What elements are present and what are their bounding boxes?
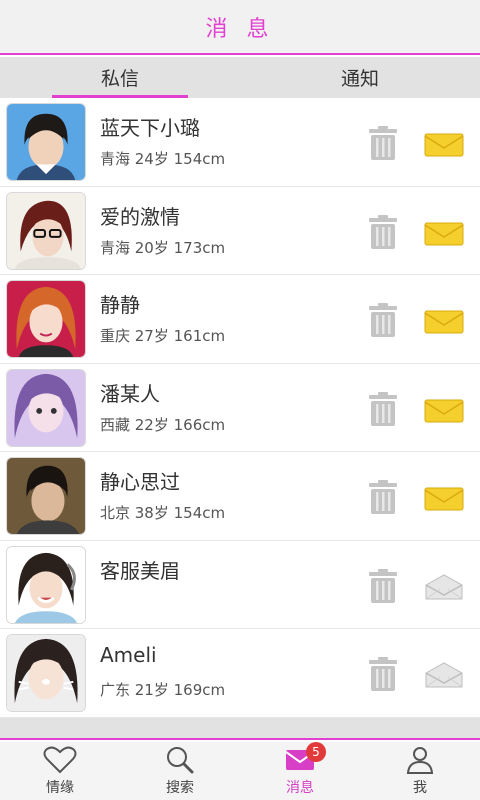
- envelope-open-icon[interactable]: [424, 573, 464, 601]
- nav-label: 情缘: [46, 780, 74, 796]
- message-row[interactable]: 潘某人 西藏 22岁 166cm: [0, 364, 480, 452]
- contact-info: 重庆 27岁 161cm: [100, 327, 226, 345]
- message-row[interactable]: 蓝天下小璐 青海 24岁 154cm: [0, 98, 480, 187]
- nav-item-romance[interactable]: 情缘: [0, 742, 120, 800]
- envelope-closed-icon[interactable]: [424, 219, 464, 247]
- message-tabs: 私信 通知: [0, 57, 480, 98]
- message-row[interactable]: 客服美眉: [0, 541, 480, 629]
- message-row[interactable]: Ameli 广东 21岁 169cm: [0, 629, 480, 718]
- trash-icon[interactable]: [366, 125, 400, 161]
- envelope-open-icon[interactable]: [424, 661, 464, 689]
- contact-name: 客服美眉: [100, 558, 180, 583]
- envelope-closed-icon[interactable]: [424, 484, 464, 512]
- app-screen: 消 息 私信 通知 蓝天下小璐 青海 24岁 154cm 爱的激情 青海 20岁…: [0, 0, 480, 800]
- unread-count-badge: 5: [306, 742, 326, 762]
- envelope-closed-icon[interactable]: [424, 130, 464, 158]
- heart-icon: [43, 746, 77, 774]
- trash-icon[interactable]: [366, 479, 400, 515]
- contact-info: 青海 24岁 154cm: [100, 150, 226, 168]
- envelope-closed-icon[interactable]: [424, 396, 464, 424]
- contact-info: 广东 21岁 169cm: [100, 681, 226, 699]
- tab-private-messages[interactable]: 私信: [0, 57, 240, 98]
- search-icon: [167, 747, 194, 774]
- contact-name: 爱的激情: [100, 204, 180, 229]
- list-footer: [0, 718, 480, 740]
- message-row[interactable]: 爱的激情 青海 20岁 173cm: [0, 187, 480, 275]
- contact-info: 北京 38岁 154cm: [100, 504, 226, 522]
- message-list: 蓝天下小璐 青海 24岁 154cm 爱的激情 青海 20岁 173cm 静静 …: [0, 98, 480, 718]
- trash-icon[interactable]: [366, 214, 400, 250]
- contact-name: Ameli: [100, 643, 157, 667]
- message-row[interactable]: 静心思过 北京 38岁 154cm: [0, 452, 480, 541]
- contact-name: 潘某人: [100, 381, 160, 406]
- avatar: [6, 368, 86, 447]
- nav-label: 搜索: [166, 780, 194, 796]
- tab-notifications[interactable]: 通知: [240, 57, 480, 98]
- contact-info: 西藏 22岁 166cm: [100, 415, 226, 434]
- avatar: [6, 634, 86, 712]
- page-title: 消 息: [205, 16, 275, 42]
- nav-item-search[interactable]: 搜索: [120, 742, 240, 800]
- nav-label: 消息: [286, 780, 314, 796]
- bottom-navigation: 情缘 搜索 消息 5 我: [0, 742, 480, 800]
- trash-icon[interactable]: [366, 656, 400, 692]
- nav-label: 我: [413, 780, 427, 796]
- avatar: [6, 103, 86, 181]
- avatar: [6, 457, 86, 535]
- envelope-closed-icon[interactable]: [424, 307, 464, 335]
- contact-name: 静心思过: [100, 470, 180, 494]
- avatar: [6, 545, 86, 624]
- trash-icon[interactable]: [366, 302, 400, 338]
- nav-item-messages[interactable]: 消息 5: [240, 742, 360, 800]
- contact-name: 蓝天下小璐: [100, 116, 200, 140]
- message-row[interactable]: 静静 重庆 27岁 161cm: [0, 275, 480, 364]
- contact-name: 静静: [100, 293, 140, 317]
- title-bar: 消 息: [0, 0, 480, 55]
- nav-item-me[interactable]: 我: [360, 742, 480, 800]
- trash-icon[interactable]: [366, 391, 400, 427]
- avatar: [6, 280, 86, 358]
- person-icon: [406, 747, 434, 774]
- avatar: [6, 191, 86, 270]
- trash-icon[interactable]: [366, 568, 400, 604]
- contact-info: 青海 20岁 173cm: [100, 238, 226, 257]
